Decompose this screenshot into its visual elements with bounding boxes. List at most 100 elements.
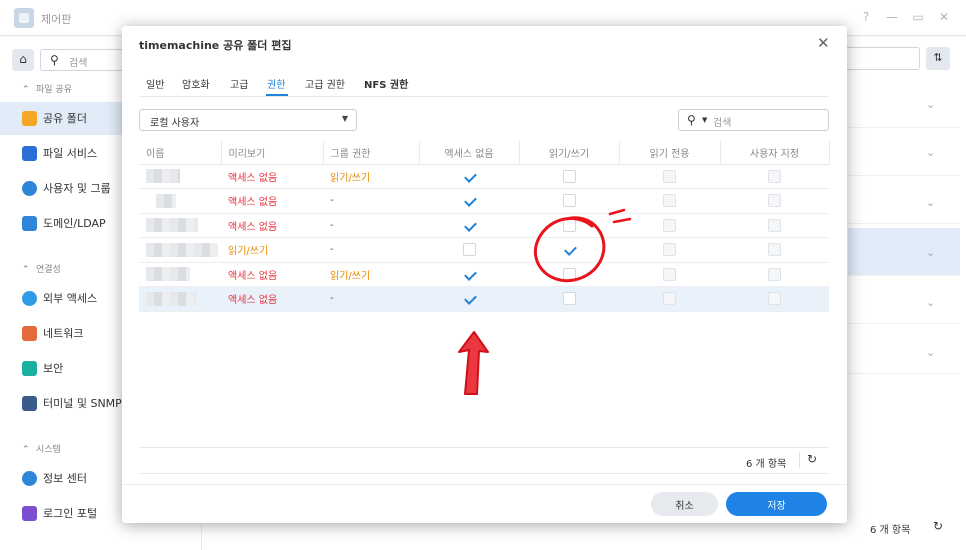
permission-cell xyxy=(720,262,829,287)
custom-checkbox[interactable] xyxy=(768,267,781,281)
item-count: 6 개 항목 xyxy=(746,459,787,470)
permission-cell xyxy=(519,188,619,214)
dialog-title: timemachine 공유 폴더 편집 xyxy=(139,39,292,52)
sidebar-item-label: 도메인/LDAP xyxy=(43,217,106,230)
read-only-checkbox[interactable] xyxy=(663,267,676,281)
list-item[interactable] xyxy=(848,176,960,224)
tab-advanced[interactable]: 고급 xyxy=(230,76,248,91)
tab-advanced-permissions[interactable]: 고급 권한 xyxy=(305,76,345,91)
help-icon[interactable]: ? xyxy=(858,10,874,24)
list-item[interactable] xyxy=(848,228,960,276)
chevron-down-icon[interactable]: ⌄ xyxy=(926,146,935,159)
section-label: 연결성 xyxy=(36,265,61,275)
column-header-custom[interactable]: 사용자 지정 xyxy=(720,141,830,165)
column-header-read-only[interactable]: 읽기 전용 xyxy=(619,141,721,165)
custom-checkbox[interactable] xyxy=(768,169,781,183)
read-only-checkbox[interactable] xyxy=(663,292,676,306)
table-footer-divider xyxy=(139,447,829,448)
tab-permissions[interactable]: 권한 xyxy=(267,76,285,91)
read-write-checkbox[interactable] xyxy=(562,194,576,208)
custom-checkbox[interactable] xyxy=(768,243,781,257)
section-connectivity[interactable]: ⌃ 연결성 xyxy=(22,262,61,275)
search-placeholder: 검색 xyxy=(713,118,732,129)
main-search-input[interactable] xyxy=(840,47,920,70)
no-access-checkbox[interactable] xyxy=(463,170,476,183)
permission-cell xyxy=(419,164,519,189)
preview-cell: 액세스 없음 xyxy=(221,262,323,287)
close-icon[interactable]: ✕ xyxy=(817,34,830,52)
no-access-checkbox[interactable] xyxy=(463,268,476,281)
minimize-icon[interactable]: — xyxy=(884,10,900,24)
permission-cell xyxy=(619,164,720,189)
read-write-checkbox[interactable] xyxy=(562,218,576,232)
column-header-name[interactable]: 이름 xyxy=(139,141,222,165)
search-icon: ⚲ xyxy=(50,53,59,67)
list-item[interactable] xyxy=(848,326,960,374)
tab-nfs-permissions[interactable]: NFS 권한 xyxy=(364,76,408,91)
chevron-down-icon[interactable]: ⌄ xyxy=(926,346,935,359)
list-item[interactable] xyxy=(848,80,960,128)
read-only-checkbox[interactable] xyxy=(663,169,676,183)
sort-button[interactable]: ⇅ xyxy=(926,47,950,70)
table-footer-divider xyxy=(139,473,829,474)
chevron-down-icon[interactable]: ⌄ xyxy=(926,296,935,309)
custom-checkbox[interactable] xyxy=(768,218,781,232)
permission-search-input[interactable]: ⚲ ▼ 검색 xyxy=(678,109,829,131)
table-row[interactable]: 읽기/쓰기 - xyxy=(139,237,829,263)
search-icon: ⚲ xyxy=(687,113,696,127)
custom-checkbox[interactable] xyxy=(768,292,781,306)
column-header-preview[interactable]: 미리보기 xyxy=(221,141,324,165)
column-header-no-access[interactable]: 액세스 없음 xyxy=(419,141,520,165)
read-only-checkbox[interactable] xyxy=(663,194,676,208)
cancel-button[interactable]: 취소 xyxy=(651,492,718,516)
group-permission-cell: 읽기/쓰기 xyxy=(323,164,419,189)
chevron-down-icon[interactable]: ⌄ xyxy=(926,98,935,111)
table-row[interactable]: 액세스 없음 - xyxy=(139,286,829,312)
list-item[interactable] xyxy=(848,128,960,176)
no-access-checkbox[interactable] xyxy=(462,243,476,257)
table-row[interactable]: 액세스 없음 읽기/쓰기 xyxy=(139,262,829,287)
read-only-checkbox[interactable] xyxy=(663,243,676,257)
home-button[interactable]: ⌂ xyxy=(12,49,34,71)
column-header-read-write[interactable]: 읽기/쓰기 xyxy=(519,141,620,165)
chevron-up-icon: ⌃ xyxy=(22,85,30,95)
table-row[interactable]: 액세스 없음 - xyxy=(139,188,829,214)
chevron-down-icon[interactable]: ⌄ xyxy=(926,196,935,209)
user-type-select[interactable]: 로컬 사용자 ▼ xyxy=(139,109,357,131)
read-write-checkbox[interactable] xyxy=(562,267,576,281)
permission-cell xyxy=(720,213,829,238)
tab-encryption[interactable]: 암호화 xyxy=(182,76,210,91)
refresh-icon[interactable]: ↻ xyxy=(933,519,943,533)
permission-cell xyxy=(720,164,829,189)
redacted-username xyxy=(146,169,180,184)
sidebar-item-label: 파일 서비스 xyxy=(43,147,98,160)
section-system[interactable]: ⌃ 시스템 xyxy=(22,442,61,455)
table-row[interactable]: 액세스 없음 읽기/쓰기 xyxy=(139,164,829,189)
custom-checkbox[interactable] xyxy=(768,194,781,208)
no-access-checkbox[interactable] xyxy=(463,194,476,207)
maximize-icon[interactable]: ▭ xyxy=(910,10,926,24)
list-item[interactable] xyxy=(848,276,960,324)
save-button[interactable]: 저장 xyxy=(726,492,827,516)
table-row[interactable]: 액세스 없음 - xyxy=(139,213,829,238)
group-permission-cell: - xyxy=(323,237,419,263)
permission-cell xyxy=(519,213,619,238)
read-write-checkbox[interactable] xyxy=(562,292,576,306)
refresh-icon[interactable]: ↻ xyxy=(807,452,817,466)
permission-cell xyxy=(419,188,519,214)
no-access-checkbox[interactable] xyxy=(463,292,476,305)
read-write-checkbox[interactable] xyxy=(562,169,576,183)
sidebar-item-label: 사용자 및 그룹 xyxy=(43,182,111,195)
user-name-cell xyxy=(139,213,221,238)
column-header-group-permission[interactable]: 그룹 권한 xyxy=(323,141,420,165)
tab-general[interactable]: 일반 xyxy=(146,76,164,91)
read-write-checkbox[interactable] xyxy=(563,243,576,256)
redacted-username xyxy=(146,291,196,306)
close-icon[interactable]: ✕ xyxy=(936,10,952,24)
read-only-checkbox[interactable] xyxy=(663,218,676,232)
permission-cell xyxy=(419,286,519,312)
permission-cell xyxy=(419,213,519,238)
section-file-sharing[interactable]: ⌃ 파일 공유 xyxy=(22,82,72,95)
chevron-down-icon[interactable]: ⌄ xyxy=(926,246,935,259)
no-access-checkbox[interactable] xyxy=(463,219,476,232)
